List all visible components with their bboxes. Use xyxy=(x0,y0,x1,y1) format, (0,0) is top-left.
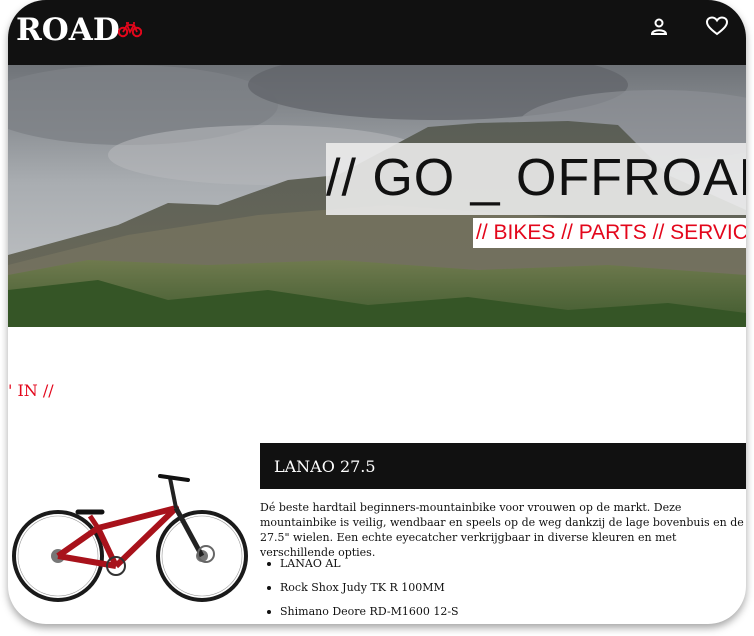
bike-icon xyxy=(118,22,142,38)
product-description: Dé beste hardtail beginners-mountainbike… xyxy=(260,501,744,559)
spec-item: Shimano Deore RD-M1600 12-S xyxy=(260,604,459,624)
brand-logo-text[interactable]: ROAD xyxy=(16,12,120,48)
product-spec-list: LANAO AL Rock Shox Judy TK R 100MM Shima… xyxy=(260,556,459,624)
hero-subline: // BIKES // PARTS // SERVIC xyxy=(476,221,746,244)
spec-item: LANAO AL xyxy=(260,556,459,580)
hero-headline: // GO _ OFFROAD xyxy=(326,149,746,207)
section-label: ' IN // xyxy=(8,381,54,400)
user-icon[interactable] xyxy=(649,17,669,37)
top-navigation-bar: ROAD xyxy=(8,0,746,65)
browser-frame: ROAD // GO _ OFFROAD // BIKES // PARTS /… xyxy=(8,0,746,624)
product-title[interactable]: LANAO 27.5 xyxy=(274,457,376,476)
spec-item: Rock Shox Judy TK R 100MM xyxy=(260,580,459,604)
heart-icon[interactable] xyxy=(706,16,728,36)
bike-product-image[interactable] xyxy=(10,468,250,608)
